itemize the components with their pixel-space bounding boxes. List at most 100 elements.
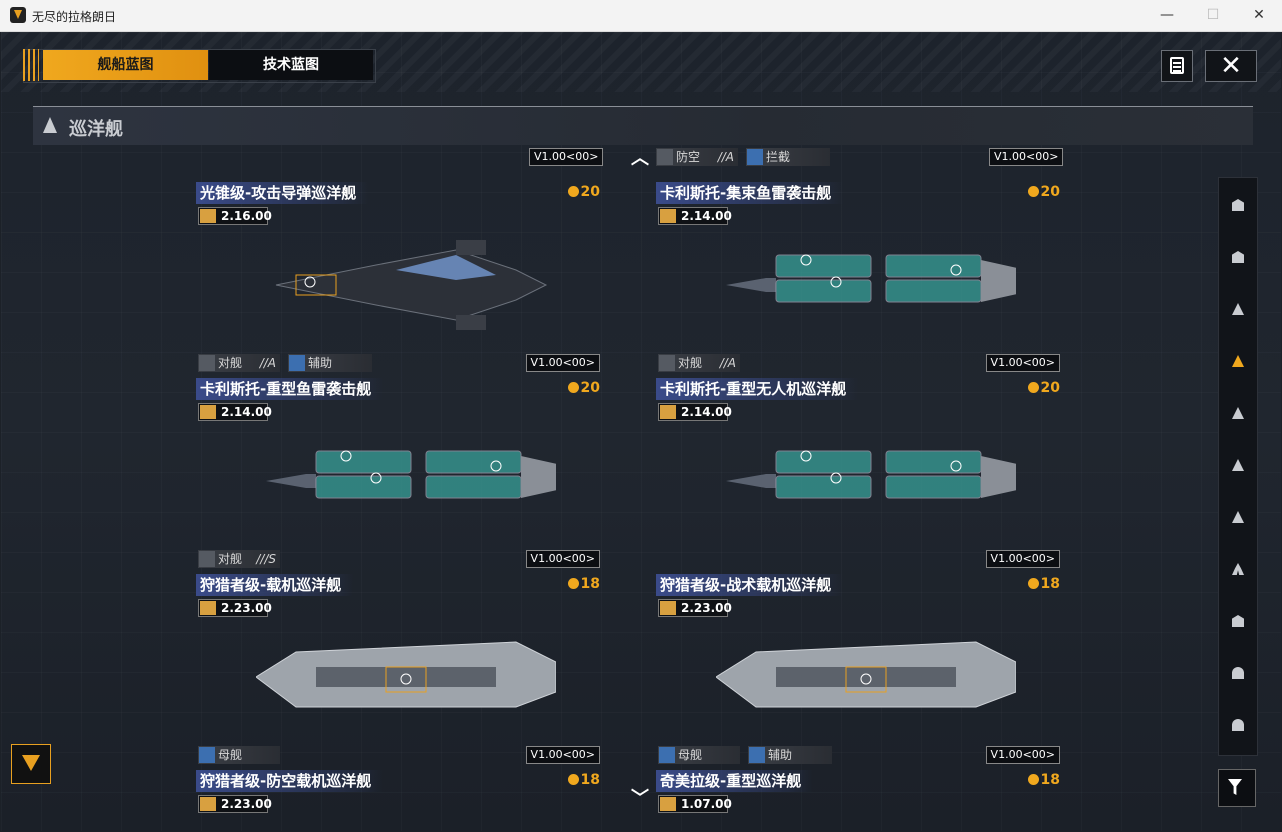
version-badge: V1.00<00> <box>985 354 1060 372</box>
cost-value: 18 <box>1040 772 1060 788</box>
ship-name: 光锥级-攻击导弹巡洋舰 <box>196 182 369 204</box>
window-titlebar: 无尽的拉格朗日 — ☐ ✕ <box>0 0 1282 32</box>
scroll-down-icon[interactable]: ﹀ <box>631 784 649 810</box>
tag-label: 母舰 <box>218 748 243 762</box>
tag-label: 辅助 <box>768 748 793 762</box>
category-title: 巡洋舰 <box>69 119 123 140</box>
document-icon <box>1170 57 1184 74</box>
cost-value: 18 <box>580 576 600 592</box>
cost-value: 20 <box>580 184 600 200</box>
version-box: 2.14.00 <box>198 403 272 421</box>
ship-card[interactable]: 狩猎者级-防空载机巡洋舰 18 2.23.00 <box>196 770 604 831</box>
ship-tag: 对舰 //A <box>658 354 740 372</box>
anti-air-icon <box>657 149 673 165</box>
ship-tag: 母舰 <box>658 746 740 764</box>
ship-name: 奇美拉级-重型巡洋舰 <box>656 770 814 792</box>
coin-icon <box>1027 382 1039 393</box>
version-icon <box>200 601 216 615</box>
coin-icon <box>1027 578 1039 589</box>
cruiser-icon[interactable] <box>1231 354 1245 368</box>
version-badge: V1.00<00> <box>525 550 600 568</box>
cost-value: 20 <box>580 380 600 396</box>
tag-label: 辅助 <box>308 356 333 370</box>
version-value: 2.14.00 <box>221 405 272 419</box>
ship-tag: 对舰 ///S <box>198 550 280 568</box>
window-close-button[interactable]: ✕ <box>1236 0 1282 31</box>
ship-card[interactable]: 狩猎者级-战术载机巡洋舰 18 2.23.00 母舰 辅助 V1.00<00> <box>656 574 1064 768</box>
tab-bar-mark <box>23 49 39 81</box>
battlecruiser-icon[interactable] <box>1231 250 1245 264</box>
ship-name: 狩猎者级-防空载机巡洋舰 <box>196 770 384 792</box>
destroyer-icon[interactable] <box>1231 302 1245 316</box>
tag-intercept: 拦截 <box>746 148 830 166</box>
cost-value: 20 <box>1040 184 1060 200</box>
ship-card[interactable]: 卡利斯托-重型鱼雷袭击舰 20 2.14.00 对舰 ///S V1.00<00… <box>196 378 604 572</box>
ship-card[interactable]: 卡利斯托-集束鱼雷袭击舰 20 2.14.00 对舰 //A V1.00<00> <box>656 182 1064 376</box>
version-icon <box>200 797 216 811</box>
frigate-icon[interactable] <box>1231 406 1245 420</box>
version-value: 2.23.00 <box>681 601 732 615</box>
version-box: 1.07.00 <box>658 795 732 813</box>
tag-anti-air: 防空 //A <box>656 148 738 166</box>
filter-button[interactable] <box>1218 769 1256 807</box>
coin-icon <box>1027 186 1039 197</box>
ship-tag: 辅助 <box>288 354 372 372</box>
station-icon[interactable] <box>1231 614 1245 628</box>
version-icon <box>660 797 676 811</box>
tag-label: 防空 <box>676 150 701 164</box>
maximize-button[interactable]: ☐ <box>1190 0 1236 31</box>
corner-badge-icon[interactable] <box>11 744 51 784</box>
minimize-button[interactable]: — <box>1144 0 1190 31</box>
app-logo-icon <box>10 7 26 23</box>
ship-image <box>716 641 1016 708</box>
ship-card[interactable]: 光锥级-攻击导弹巡洋舰 20 2.16.00 对舰 //A 辅助 V1.00<0… <box>196 182 604 376</box>
version-value: 2.16.00 <box>221 209 272 223</box>
anti-ship-icon <box>659 355 675 371</box>
mothership-icon <box>659 747 675 763</box>
support-icon <box>289 355 305 371</box>
version-badge: V1.00<00> <box>989 148 1064 166</box>
tab-tech-blueprints[interactable]: 技术蓝图 <box>209 50 373 80</box>
corvette-icon[interactable] <box>1231 458 1245 472</box>
tag-grade: //A <box>259 356 276 370</box>
ship-card[interactable]: 奇美拉级-重型巡洋舰 18 1.07.00 <box>656 770 1064 831</box>
ship-name: 卡利斯托-重型无人机巡洋舰 <box>656 378 859 400</box>
ship-cost: 18 <box>1027 772 1060 788</box>
version-icon <box>660 209 676 223</box>
ship-cost: 18 <box>567 576 600 592</box>
ship-name: 狩猎者级-战术载机巡洋舰 <box>656 574 844 596</box>
tag-label: 对舰 <box>218 552 243 566</box>
tag-label: 拦截 <box>766 150 791 164</box>
ship-card[interactable]: 狩猎者级-载机巡洋舰 18 2.23.00 母舰 V1.00<00> <box>196 574 604 768</box>
tag-label: 对舰 <box>678 356 703 370</box>
ship-tag: 母舰 <box>198 746 280 764</box>
scroll-up-icon[interactable]: ︿ <box>631 144 649 170</box>
ship-image <box>726 450 1016 499</box>
cost-value: 20 <box>1040 380 1060 396</box>
tag-grade: ///S <box>256 552 276 566</box>
prev-row-tags: 防空 //A 拦截 <box>656 148 831 166</box>
carrier-icon[interactable] <box>1231 198 1245 212</box>
version-badge: V1.00<00> <box>985 550 1060 568</box>
tab-ship-blueprints[interactable]: 舰船蓝图 <box>43 50 208 80</box>
window-title: 无尽的拉格朗日 <box>32 10 117 24</box>
ship-image <box>726 254 1016 303</box>
category-header: 巡洋舰 <box>33 106 1253 145</box>
ship-card[interactable]: 卡利斯托-重型无人机巡洋舰 20 2.14.00 V1.00<00> <box>656 378 1064 572</box>
fighter-icon[interactable] <box>1231 510 1245 524</box>
game-viewport: 舰船蓝图 技术蓝图 ✕ 巡洋舰 防空 //A 拦截 V1.00<00> V1.0… <box>1 32 1281 831</box>
ship-tag: 辅助 <box>748 746 832 764</box>
document-button[interactable] <box>1161 50 1193 82</box>
ship-name: 狩猎者级-载机巡洋舰 <box>196 574 354 596</box>
dome-icon[interactable] <box>1231 718 1245 732</box>
close-button[interactable]: ✕ <box>1205 50 1257 82</box>
version-value: 2.14.00 <box>681 209 732 223</box>
ship-name: 卡利斯托-集束鱼雷袭击舰 <box>656 182 844 204</box>
cruiser-icon <box>43 117 57 135</box>
squad-icon[interactable] <box>1231 562 1245 576</box>
auxiliary-icon[interactable] <box>1231 666 1245 680</box>
version-badge: V1.00<00> <box>529 148 604 166</box>
version-box: 2.23.00 <box>198 599 272 617</box>
version-box: 2.23.00 <box>198 795 272 813</box>
version-value: 2.23.00 <box>221 797 272 811</box>
